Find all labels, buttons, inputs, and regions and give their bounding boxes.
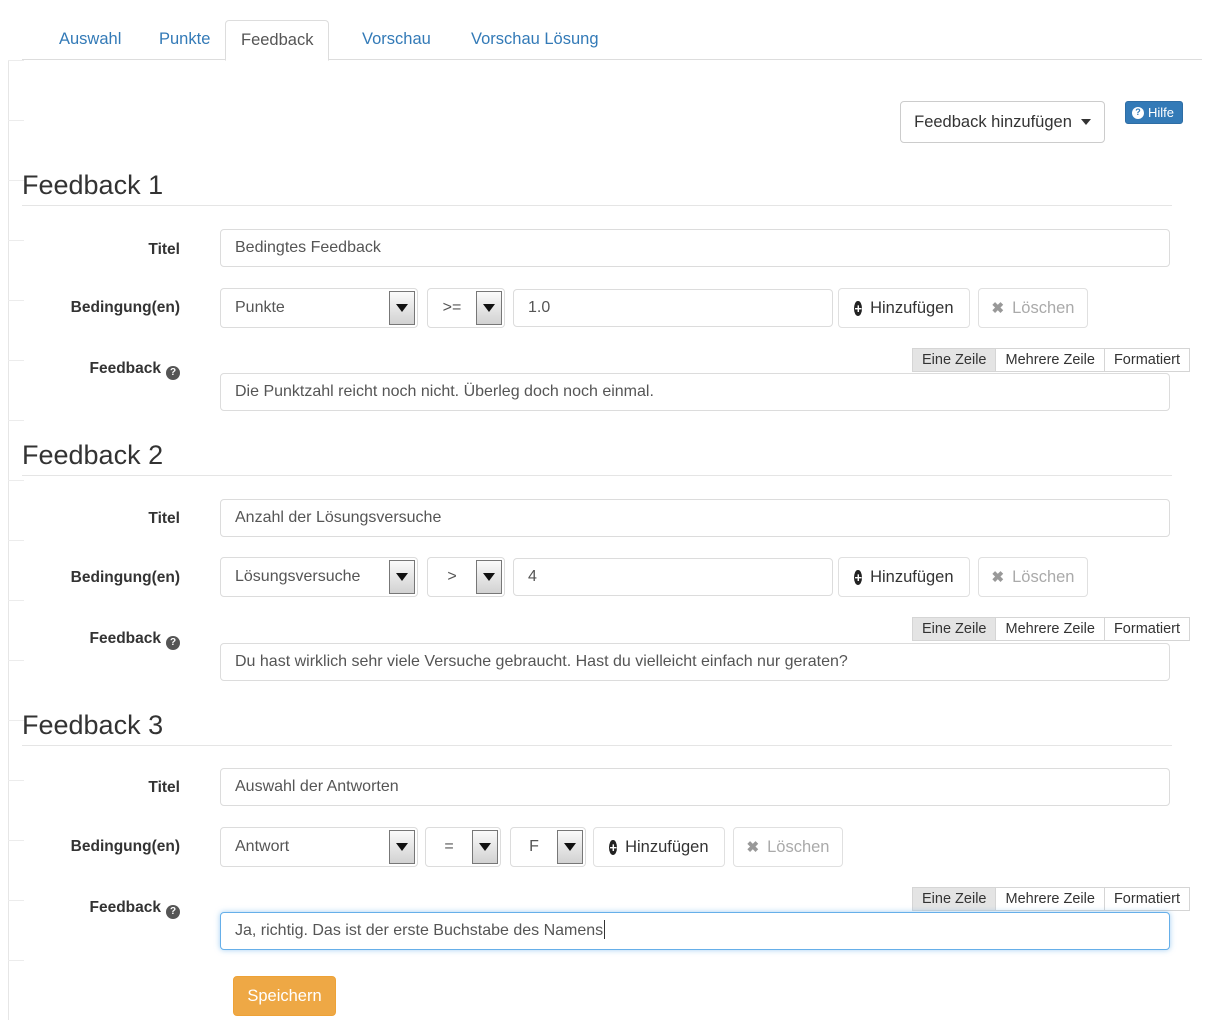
select-arrow-icon xyxy=(476,291,502,325)
feedback-text-input-3[interactable]: Ja, richtig. Das ist der erste Buchstabe… xyxy=(220,912,1170,950)
condition-value-input-1[interactable]: 1.0 xyxy=(513,289,833,327)
question-circle-icon: ? xyxy=(1132,106,1144,119)
rail-tick xyxy=(8,120,24,121)
feedback-text-input-1[interactable]: Die Punktzahl reicht noch nicht. Überleg… xyxy=(220,373,1170,411)
section-rule-3 xyxy=(22,745,1172,746)
condition-operator-select-3[interactable]: = xyxy=(425,827,501,867)
editor-mode-tab-formatiert-2[interactable]: Formatiert xyxy=(1103,617,1191,641)
add-feedback-dropdown-button[interactable]: Feedback hinzufügen xyxy=(900,101,1105,143)
tab-vorschau[interactable]: Vorschau xyxy=(347,20,446,59)
section-heading-1: Feedback 1 xyxy=(22,170,164,200)
label-bedingungen-1: Bedingung(en) xyxy=(70,299,180,316)
editor-mode-tab-mehrere-zeile-1[interactable]: Mehrere Zeile xyxy=(995,348,1104,372)
add-condition-button-3[interactable]: + Hinzufügen xyxy=(593,827,725,867)
editor-mode-tabs-2: Eine Zeile Mehrere Zeile Formatiert xyxy=(912,617,1191,641)
condition-field-value-3: Antwort xyxy=(235,838,290,855)
rail-tick xyxy=(8,60,24,61)
delete-condition-button-3[interactable]: ✖ Löschen xyxy=(733,827,843,867)
save-button-label: Speichern xyxy=(247,986,322,1005)
condition-field-select-3[interactable]: Antwort xyxy=(220,827,418,867)
add-condition-button-2[interactable]: + Hinzufügen xyxy=(838,557,970,597)
section-rule-1 xyxy=(22,205,1172,206)
section-heading-3: Feedback 3 xyxy=(22,710,164,740)
page-left-rail xyxy=(8,60,24,1020)
editor-mode-tab-eine-zeile-2[interactable]: Eine Zeile xyxy=(912,617,996,641)
section-heading-2: Feedback 2 xyxy=(22,440,164,470)
editor-mode-tab-mehrere-zeile-2[interactable]: Mehrere Zeile xyxy=(995,617,1104,641)
condition-operator-select-2[interactable]: > xyxy=(427,557,505,597)
add-feedback-label: Feedback hinzufügen xyxy=(914,112,1072,131)
condition-field-value-1: Punkte xyxy=(235,299,285,316)
label-feedback-2: Feedback? xyxy=(0,629,180,650)
select-arrow-icon xyxy=(389,291,415,325)
label-bedingungen-2: Bedingung(en) xyxy=(70,569,180,586)
condition-value-input-2[interactable]: 4 xyxy=(513,558,833,596)
condition-operator-value-2: > xyxy=(447,568,457,585)
delete-condition-button-1[interactable]: ✖ Löschen xyxy=(978,288,1088,328)
plus-circle-icon: + xyxy=(854,569,863,585)
condition-operator-value-1: >= xyxy=(442,299,462,316)
condition-field-value-2: Lösungsversuche xyxy=(235,568,361,585)
plus-circle-icon: + xyxy=(609,839,618,855)
caret-down-icon xyxy=(1080,119,1091,125)
delete-condition-button-2[interactable]: ✖ Löschen xyxy=(978,557,1088,597)
label-bedingungen-3: Bedingung(en) xyxy=(70,838,180,855)
titel-input-1[interactable]: Bedingtes Feedback xyxy=(220,229,1170,267)
select-arrow-icon xyxy=(557,830,583,864)
text-caret xyxy=(604,920,606,939)
condition-field-select-1[interactable]: Punkte xyxy=(220,288,418,328)
rail-tick xyxy=(8,420,24,421)
select-arrow-icon xyxy=(389,560,415,594)
label-titel-1: Titel xyxy=(148,241,180,258)
rail-tick xyxy=(8,600,24,601)
condition-operator-select-1[interactable]: >= xyxy=(427,288,505,328)
label-feedback-1: Feedback? xyxy=(0,359,180,380)
rail-tick xyxy=(8,660,24,661)
editor-mode-tab-eine-zeile-3[interactable]: Eine Zeile xyxy=(912,887,996,911)
editor-mode-tab-eine-zeile-1[interactable]: Eine Zeile xyxy=(912,348,996,372)
label-titel-2: Titel xyxy=(148,510,180,527)
help-button[interactable]: ? Hilfe xyxy=(1125,101,1184,124)
select-arrow-icon xyxy=(476,560,502,594)
condition-field-select-2[interactable]: Lösungsversuche xyxy=(220,557,418,597)
titel-input-3[interactable]: Auswahl der Antworten xyxy=(220,768,1170,806)
times-icon: ✖ xyxy=(746,839,760,856)
plus-circle-icon: + xyxy=(854,300,863,316)
rail-tick xyxy=(8,540,24,541)
select-arrow-icon xyxy=(389,830,415,864)
feedback-text-input-2[interactable]: Du hast wirklich sehr viele Versuche geb… xyxy=(220,643,1170,681)
times-icon: ✖ xyxy=(991,300,1005,317)
question-circle-icon: ? xyxy=(166,636,180,650)
label-titel-3: Titel xyxy=(148,779,180,796)
select-arrow-icon xyxy=(472,830,498,864)
editor-mode-tabs-3: Eine Zeile Mehrere Zeile Formatiert xyxy=(912,887,1191,911)
editor-mode-tab-formatiert-3[interactable]: Formatiert xyxy=(1103,887,1191,911)
editor-mode-tab-formatiert-1[interactable]: Formatiert xyxy=(1103,348,1191,372)
condition-value-3: F xyxy=(529,838,539,855)
tabbar-underline xyxy=(22,59,1202,60)
rail-tick xyxy=(8,960,24,961)
editor-mode-tab-mehrere-zeile-3[interactable]: Mehrere Zeile xyxy=(995,887,1104,911)
question-circle-icon: ? xyxy=(166,366,180,380)
tab-vorschau-loesung[interactable]: Vorschau Lösung xyxy=(456,20,614,59)
feedback-editor-page: Auswahl Punkte Feedback Vorschau Vorscha… xyxy=(0,0,1227,1029)
label-feedback-3: Feedback? xyxy=(0,898,180,919)
question-circle-icon: ? xyxy=(166,905,180,919)
condition-value-select-3[interactable]: F xyxy=(510,827,586,867)
tab-feedback[interactable]: Feedback xyxy=(225,20,330,61)
feedback-text-value-3: Ja, richtig. Das ist der erste Buchstabe… xyxy=(235,922,604,939)
rail-tick xyxy=(8,480,24,481)
section-rule-2 xyxy=(22,475,1172,476)
editor-mode-tabs-1: Eine Zeile Mehrere Zeile Formatiert xyxy=(912,348,1191,372)
condition-operator-value-3: = xyxy=(444,838,454,855)
tab-punkte[interactable]: Punkte xyxy=(144,20,225,59)
times-icon: ✖ xyxy=(991,569,1005,586)
save-button[interactable]: Speichern xyxy=(233,976,336,1016)
titel-input-2[interactable]: Anzahl der Lösungsversuche xyxy=(220,499,1170,537)
add-condition-button-1[interactable]: + Hinzufügen xyxy=(838,288,970,328)
help-button-label: Hilfe xyxy=(1148,105,1175,120)
main-tabbar: Auswahl Punkte Feedback Vorschau Vorscha… xyxy=(22,10,1202,61)
tab-auswahl[interactable]: Auswahl xyxy=(44,20,136,59)
